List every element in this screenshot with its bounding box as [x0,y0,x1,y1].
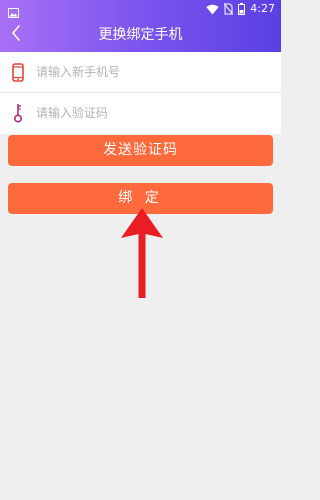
battery-icon [238,3,246,15]
back-button[interactable] [2,21,30,49]
status-bar: 4:27 [0,0,281,18]
no-sim-icon [224,3,234,15]
phone-row [0,52,281,92]
wifi-icon [206,4,219,15]
red-arrow-up-icon [120,208,164,300]
page-title: 更换绑定手机 [98,27,183,43]
code-row [0,93,281,133]
app-header: 4:27 更换绑定手机 [0,0,281,52]
phone-number-input[interactable] [36,57,272,87]
nav-bar: 更换绑定手机 [0,18,281,52]
image-icon [8,3,19,18]
send-code-button[interactable]: 发送验证码 [8,135,273,166]
back-chevron-icon [11,25,21,45]
phone-icon [10,62,26,82]
verification-code-input[interactable] [36,98,272,128]
status-time: 4:27 [250,2,275,15]
key-icon [10,103,26,123]
status-icons: 4:27 [206,2,275,16]
bind-phone-form [0,52,281,134]
